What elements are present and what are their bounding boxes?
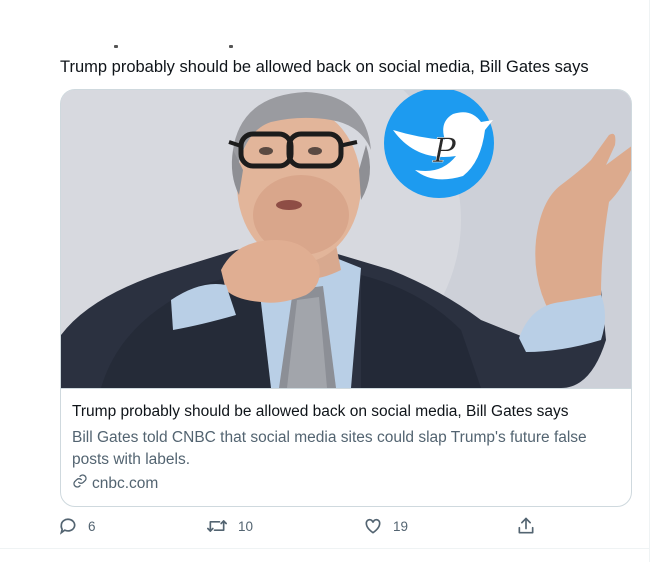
tweet-text: Trump probably should be allowed back on… xyxy=(60,58,589,76)
card-body[interactable]: Trump probably should be allowed back on… xyxy=(61,388,631,506)
tweet-actions: 6 10 19 xyxy=(58,516,648,542)
card-image[interactable]: P xyxy=(61,90,631,388)
svg-text:P: P xyxy=(432,131,457,171)
retweet-count: 10 xyxy=(238,518,254,534)
like-button[interactable]: 19 xyxy=(363,516,408,536)
like-count: 19 xyxy=(393,518,409,534)
retweet-button[interactable]: 10 xyxy=(206,516,253,536)
card-title: Trump probably should be allowed back on… xyxy=(72,403,569,420)
heart-icon xyxy=(363,516,383,536)
retweet-icon xyxy=(206,516,228,536)
domain-text: cnbc.com xyxy=(92,474,159,492)
reply-button[interactable]: 6 xyxy=(58,516,96,536)
share-icon xyxy=(516,516,536,536)
card-description: Bill Gates told CNBC that social media s… xyxy=(72,429,587,468)
card-domain: cnbc.com xyxy=(72,473,158,494)
link-preview-card[interactable]: P Trump probably should be allowed back … xyxy=(60,89,632,507)
bill-gates-photo: P xyxy=(61,90,631,388)
reply-icon xyxy=(58,516,78,536)
column-divider xyxy=(649,0,650,562)
cropped-header-fragment xyxy=(92,36,252,50)
link-icon xyxy=(72,473,88,494)
share-button[interactable] xyxy=(516,516,536,536)
tweet-divider xyxy=(0,548,649,549)
reply-count: 6 xyxy=(88,518,96,534)
